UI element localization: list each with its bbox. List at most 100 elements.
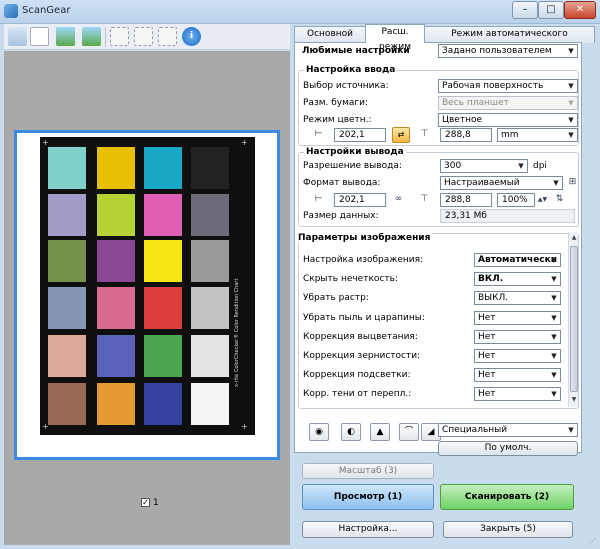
color-patch <box>191 194 229 236</box>
image-setting-value: Нет <box>478 370 496 381</box>
maximize-button[interactable]: □ <box>538 1 564 19</box>
close-window-button[interactable]: ✕ <box>564 1 596 19</box>
add-format-icon[interactable]: ⊞ <box>566 176 579 189</box>
brightness-contrast-icon[interactable]: ◐ <box>341 423 361 441</box>
color-patch <box>191 383 229 425</box>
chevron-down-icon: ▼ <box>568 47 574 55</box>
color-patch <box>48 287 86 329</box>
image-setting-select[interactable]: Автоматически ▼ <box>474 253 561 267</box>
source-select[interactable]: Рабочая поверхность ▼ <box>438 79 578 93</box>
paper-size-value: Весь планшет <box>442 98 509 108</box>
frame-checkbox[interactable]: ✓ <box>141 498 150 507</box>
select-all-icon[interactable] <box>134 27 153 46</box>
histogram-icon[interactable]: ▲ <box>370 423 390 441</box>
defaults-button[interactable]: По умолч. <box>438 441 578 456</box>
chevron-down-icon: ▼ <box>568 82 574 90</box>
color-patch <box>144 147 182 189</box>
link-icon[interactable]: ∞ <box>392 193 405 206</box>
app-icon <box>4 4 18 18</box>
chevron-down-icon: ▼ <box>551 275 557 284</box>
input-settings-title: Настройка ввода <box>304 65 398 75</box>
color-mode-value: Цветное <box>442 115 482 125</box>
color-balance-icon[interactable]: ◉ <box>309 423 329 441</box>
auto-crop-icon[interactable] <box>110 27 129 46</box>
color-preset-value: Специальный <box>442 425 508 435</box>
color-patch <box>191 287 229 329</box>
settings-button[interactable]: Настройка... <box>302 521 434 538</box>
width-icon: ⊢ <box>314 129 323 139</box>
output-settings-title: Настройки вывода <box>304 147 406 157</box>
unit-select[interactable]: mm ▼ <box>497 128 578 142</box>
image-setting-select[interactable]: ВЫКЛ. ▼ <box>474 291 561 306</box>
resolution-select[interactable]: 300 ▼ <box>440 159 528 173</box>
color-patch <box>191 147 229 189</box>
image-setting-value: Нет <box>478 351 496 361</box>
output-width-field[interactable]: 202,1 <box>334 193 386 207</box>
resize-grip-icon[interactable]: ⋰ <box>588 537 598 547</box>
image-settings-title: Параметры изображения <box>298 233 433 243</box>
zoom-button[interactable]: Масштаб (3) <box>302 463 434 479</box>
preview-button[interactable]: Просмотр (1) <box>302 484 434 510</box>
registration-mark: + <box>42 138 49 147</box>
scale-field[interactable]: 100% <box>497 193 535 207</box>
input-height-field[interactable]: 288,8 <box>440 128 492 142</box>
output-format-label: Формат вывода: <box>303 178 381 188</box>
color-patch <box>144 194 182 236</box>
scroll-down-icon[interactable]: ▼ <box>569 394 579 406</box>
rotate-right-icon[interactable] <box>82 27 101 46</box>
image-setting-select[interactable]: Нет ▼ <box>474 387 561 402</box>
height-icon: ⊤ <box>420 194 429 204</box>
tab-auto-scan-mode[interactable]: Режим автоматического сканирования <box>424 26 595 54</box>
color-checker-target: x-rite ColorChecker® Color Rendition Cha… <box>40 137 255 435</box>
color-mode-select[interactable]: Цветное ▼ <box>438 113 578 127</box>
input-width-field[interactable]: 202,1 <box>334 128 386 142</box>
scan-button[interactable]: Сканировать (2) <box>440 484 574 510</box>
width-icon: ⊢ <box>314 194 323 204</box>
close-button[interactable]: Закрыть (5) <box>443 521 573 538</box>
scroll-thumb[interactable] <box>570 246 578 392</box>
scale-spin-icon[interactable]: ▲▼ <box>536 193 549 206</box>
color-patch <box>97 287 135 329</box>
aspect-ratio-lock-icon[interactable]: ⇄ <box>392 127 410 143</box>
tab-basic-mode[interactable]: Основной режим <box>294 26 366 54</box>
image-setting-select[interactable]: ВКЛ. ▼ <box>474 272 561 287</box>
unit-value: mm <box>501 130 519 140</box>
registration-mark: + <box>42 422 49 431</box>
tone-curve-icon[interactable]: ⌒ <box>399 423 419 441</box>
swap-orientation-icon[interactable]: ⇅ <box>553 193 566 206</box>
image-setting-value: ВЫКЛ. <box>478 293 509 304</box>
thumbnail-icon[interactable] <box>8 27 27 46</box>
image-setting-value: Нет <box>478 331 496 342</box>
image-setting-label: Коррекция выцветания: <box>303 331 418 342</box>
document-icon[interactable] <box>30 27 49 46</box>
resolution-label: Разрешение вывода: <box>303 161 402 171</box>
image-settings-scrollbar[interactable]: ▲ ▼ <box>568 232 578 407</box>
deselect-icon[interactable] <box>158 27 177 46</box>
image-setting-select[interactable]: Нет ▼ <box>474 368 561 383</box>
image-setting-select[interactable]: Нет ▼ <box>474 349 561 363</box>
image-setting-select[interactable]: Нет ▼ <box>474 310 561 325</box>
chevron-down-icon: ▼ <box>551 332 557 341</box>
resolution-unit: dpi <box>533 161 547 171</box>
minimize-button[interactable]: – <box>512 1 538 19</box>
chevron-down-icon: ▼ <box>568 131 574 139</box>
image-setting-select[interactable]: Нет ▼ <box>474 329 561 344</box>
rotate-left-icon[interactable] <box>56 27 75 46</box>
chevron-down-icon: ▼ <box>568 116 574 124</box>
data-size-value: 23,31 Мб <box>440 209 575 223</box>
color-patch <box>48 383 86 425</box>
resolution-value: 300 <box>444 161 462 171</box>
color-preset-select[interactable]: Специальный ▼ <box>438 423 578 437</box>
preview-selection-frame[interactable]: x-rite ColorChecker® Color Rendition Cha… <box>14 130 280 460</box>
favorites-select[interactable]: Задано пользователем ▼ <box>438 44 578 58</box>
output-format-select[interactable]: Настраиваемый ▼ <box>440 176 563 190</box>
image-setting-value: Нет <box>478 312 496 323</box>
mode-tabs: Основной режим Расш. режим Режим автомат… <box>294 24 600 54</box>
output-height-field[interactable]: 288,8 <box>440 193 492 207</box>
color-patch <box>144 240 182 282</box>
info-icon[interactable]: i <box>182 27 201 46</box>
source-value: Рабочая поверхность <box>442 81 544 91</box>
color-patch <box>48 240 86 282</box>
scroll-up-icon[interactable]: ▲ <box>569 232 579 244</box>
tab-advanced-mode[interactable]: Расш. режим <box>365 24 425 52</box>
